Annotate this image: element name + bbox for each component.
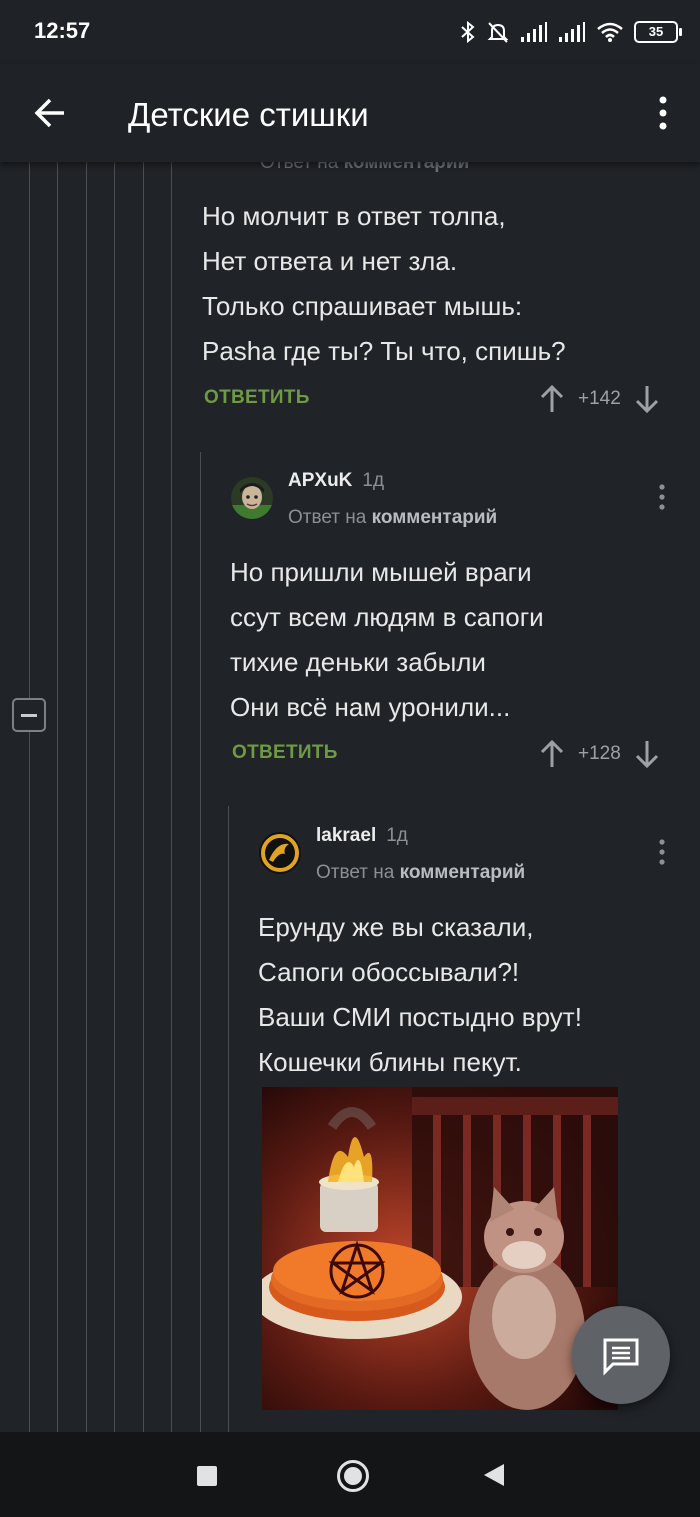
comment-age: 1д — [386, 825, 408, 846]
comment-image[interactable] — [262, 1087, 618, 1410]
more-options-button[interactable] — [648, 88, 678, 138]
comment-age: 1д — [362, 470, 385, 491]
status-time: 12:57 — [34, 18, 91, 43]
reply-to-link[interactable]: комментарий — [372, 507, 498, 528]
mute-bell-icon — [487, 22, 509, 43]
back-triangle-icon[interactable] — [484, 1464, 504, 1486]
comment-menu-button[interactable] — [652, 835, 672, 869]
author-name[interactable]: lakrael — [316, 825, 376, 846]
status-bar: 12:57 35 — [0, 0, 700, 64]
battery-icon: 35 — [634, 21, 682, 43]
more-vertical-icon — [659, 484, 665, 510]
comment-line: Pasha где ты? Ты что, спишь? — [202, 336, 566, 366]
wifi-icon — [597, 22, 623, 42]
reply-to-prefix: Ответ на — [316, 862, 395, 883]
comment-line: Кошечки блины пекут. — [258, 1047, 522, 1077]
back-button[interactable] — [26, 88, 76, 138]
more-vertical-icon — [659, 96, 667, 130]
comment-line: ссут всем людям в сапоги — [230, 602, 544, 632]
new-comment-fab[interactable] — [572, 1306, 670, 1404]
thread-line[interactable] — [228, 806, 229, 1432]
upvote-arrow-icon[interactable] — [540, 739, 564, 769]
page-title: Детские стишки — [128, 96, 369, 133]
collapse-thread-button[interactable] — [12, 698, 46, 732]
reply-button[interactable]: ОТВЕТИТЬ — [232, 742, 338, 764]
reply-to-line: Ответ на комментарий — [316, 862, 525, 884]
thread-line[interactable] — [57, 162, 58, 1432]
comment-line: Сапоги обоссывали?! — [258, 957, 520, 987]
comment-line: Но пришли мышей враги — [230, 557, 532, 587]
comment-author[interactable]: lakrael 1д — [316, 825, 408, 847]
signal-icon — [521, 22, 547, 42]
comment-body: Но пришли мышей враги ссут всем людям в … — [230, 550, 544, 730]
reply-to-link[interactable]: комментарий — [344, 162, 470, 173]
comment-line: тихие деньки забыли — [230, 647, 486, 677]
upvote-arrow-icon[interactable] — [540, 384, 564, 414]
thread-line[interactable] — [171, 162, 172, 1432]
reply-to-prefix: Ответ на — [288, 507, 367, 528]
thread-line[interactable] — [114, 162, 115, 1432]
reply-to-line: Ответ на комментарий — [288, 507, 497, 529]
system-nav-bar — [0, 1432, 700, 1517]
comment-line: Ваши СМИ постыдно врут! — [258, 1002, 582, 1032]
signal-icon — [559, 22, 585, 42]
avatar[interactable] — [231, 477, 273, 519]
comment-body: Ерунду же вы сказали, Сапоги обоссывали?… — [258, 905, 582, 1085]
thread-line[interactable] — [143, 162, 144, 1432]
comment-menu-button[interactable] — [652, 480, 672, 514]
status-icons: 35 — [460, 18, 682, 46]
arrow-left-icon — [34, 98, 64, 128]
comment-line: Они всё нам уронили... — [230, 692, 511, 722]
user-avatar-apxuk-icon — [231, 477, 273, 519]
vote-controls: +142 — [540, 384, 659, 414]
reply-to-line: Ответ на комментарий — [260, 162, 469, 174]
reply-button[interactable]: ОТВЕТИТЬ — [204, 387, 310, 409]
downvote-arrow-icon[interactable] — [635, 739, 659, 769]
comment-line: Ерунду же вы сказали, — [258, 912, 534, 942]
rating-count: +142 — [578, 388, 621, 409]
reply-to-link[interactable]: комментарий — [400, 862, 526, 883]
author-name[interactable]: APXuK — [288, 470, 352, 491]
comment-line: Но молчит в ответ толпа, — [202, 201, 506, 231]
vote-controls: +128 — [540, 739, 659, 769]
app-bar: Детские стишки — [0, 64, 700, 162]
bluetooth-icon — [461, 20, 475, 44]
comment-thread[interactable]: Ответ на комментарий Но молчит в ответ т… — [0, 162, 700, 1432]
comment-line: Нет ответа и нет зла. — [202, 246, 458, 276]
thread-line[interactable] — [29, 162, 30, 1432]
comment-line: Только спрашивает мышь: — [202, 291, 523, 321]
comment-icon — [603, 1338, 639, 1376]
comment-body: Но молчит в ответ толпа, Нет ответа и не… — [202, 194, 566, 374]
more-vertical-icon — [659, 839, 665, 865]
home-circle-icon[interactable] — [337, 1460, 369, 1492]
reply-to-prefix: Ответ на — [260, 162, 339, 173]
cat-with-pentagram-pancakes-image — [262, 1087, 618, 1410]
thread-line[interactable] — [200, 452, 201, 1432]
rating-count: +128 — [578, 743, 621, 764]
recents-square-icon[interactable] — [197, 1466, 217, 1486]
downvote-arrow-icon[interactable] — [635, 384, 659, 414]
thread-line[interactable] — [86, 162, 87, 1432]
user-avatar-lakrael-icon — [259, 832, 301, 874]
avatar[interactable] — [259, 832, 301, 874]
comment-author[interactable]: APXuK 1д — [288, 470, 384, 492]
